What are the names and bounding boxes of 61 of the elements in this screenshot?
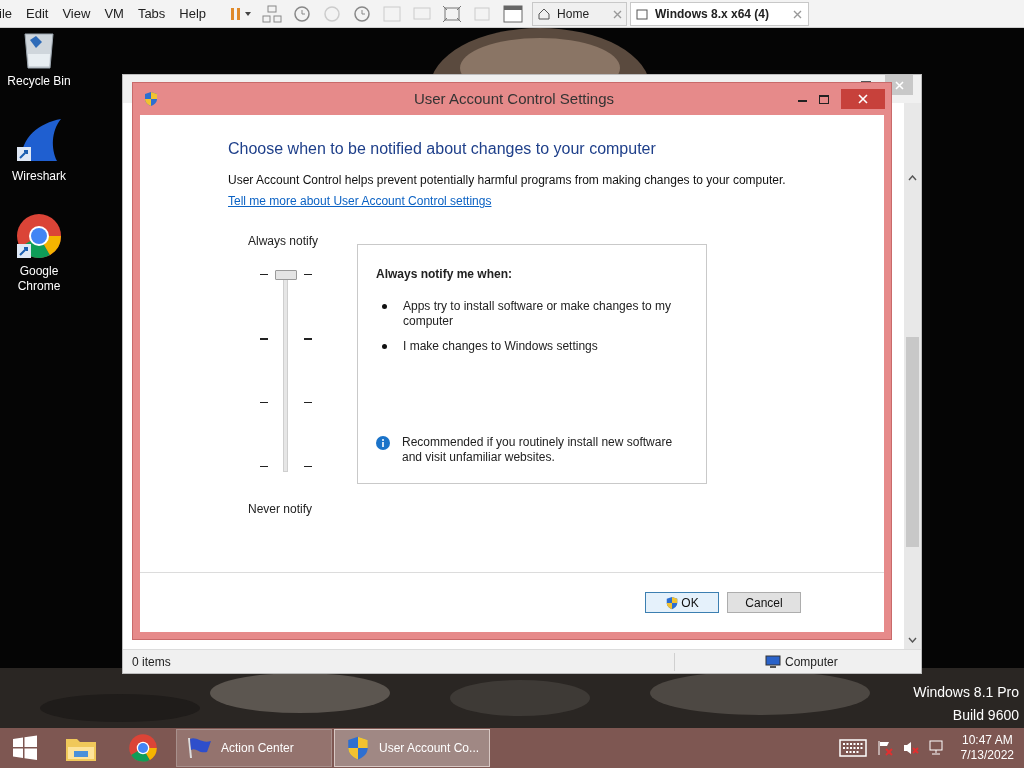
close-button[interactable] bbox=[841, 89, 885, 109]
description: User Account Control helps prevent potentially harmful programs from making changes to your computer. bbox=[228, 173, 787, 188]
menu-item[interactable]: Tabs bbox=[137, 3, 166, 24]
status-location: Computer bbox=[785, 653, 838, 671]
ok-button[interactable]: OK bbox=[645, 592, 719, 613]
desktop-icon-label[interactable]: Recycle Bin bbox=[4, 74, 74, 89]
pause-icon[interactable] bbox=[230, 6, 253, 21]
learn-more-link[interactable]: Tell me more about User Account Control settings bbox=[228, 194, 492, 208]
scrollbar-thumb[interactable] bbox=[906, 337, 919, 547]
flag-icon bbox=[187, 736, 213, 760]
cancel-button[interactable]: Cancel bbox=[727, 592, 801, 613]
speaker-muted-icon[interactable] bbox=[902, 740, 919, 756]
bullet-text: I make changes to Windows settings bbox=[403, 339, 599, 354]
fullscreen-icon[interactable] bbox=[442, 4, 463, 23]
bullet-icon bbox=[382, 344, 387, 349]
close-icon[interactable] bbox=[613, 9, 623, 19]
status-item-count: 0 items bbox=[123, 652, 675, 671]
window-title: User Account Control Settings bbox=[412, 88, 616, 109]
desktop-icon-label[interactable]: Google Chrome bbox=[4, 264, 74, 294]
close-icon[interactable] bbox=[793, 9, 803, 19]
vm-tab[interactable]: Home bbox=[532, 2, 628, 26]
console-icon[interactable] bbox=[502, 3, 525, 24]
dialog-heading: Choose when to be notified about changes to your computer bbox=[228, 139, 657, 159]
taskbar-button[interactable]: Action Center bbox=[176, 729, 332, 767]
menu-item[interactable]: Help bbox=[179, 3, 207, 24]
menu-item[interactable]: ile bbox=[0, 3, 12, 24]
scroll-down-icon[interactable] bbox=[908, 637, 917, 643]
bullet-text: Apps try to install software or make changes to my computer bbox=[403, 299, 673, 329]
scrollbar[interactable] bbox=[904, 103, 921, 649]
window-icon bbox=[635, 7, 650, 21]
recommendation-note: Recommended if you routinely install new software and visit unfamiliar websites. bbox=[402, 435, 674, 465]
close-icon bbox=[858, 94, 868, 104]
desktop-icon-label[interactable]: Wireshark bbox=[4, 169, 74, 184]
flag-icon[interactable] bbox=[876, 740, 893, 756]
shield-icon bbox=[143, 91, 159, 107]
network-icon[interactable] bbox=[262, 4, 283, 23]
slider-bottom-label: Never notify bbox=[248, 501, 313, 518]
recycle-bin-icon[interactable] bbox=[22, 30, 56, 70]
shield-icon bbox=[665, 595, 680, 610]
maximize-icon[interactable] bbox=[819, 94, 829, 104]
chrome-icon[interactable] bbox=[15, 212, 63, 260]
menu-item[interactable]: View bbox=[62, 3, 91, 24]
os-version-text: Windows 8.1 Pro bbox=[913, 684, 1019, 701]
slider-top-label: Always notify bbox=[248, 233, 319, 250]
computer-icon bbox=[765, 654, 781, 669]
menu-item[interactable]: VM bbox=[104, 3, 124, 24]
shield-icon bbox=[345, 735, 371, 761]
vm-tab[interactable]: Windows 8.x x64 (4) bbox=[630, 2, 810, 26]
info-icon bbox=[376, 436, 390, 450]
close-icon bbox=[894, 80, 904, 90]
os-version-text: Build 9600 bbox=[952, 707, 1019, 724]
scroll-up-icon[interactable] bbox=[908, 175, 917, 181]
keyboard-icon[interactable] bbox=[838, 739, 867, 757]
bullet-icon bbox=[382, 304, 387, 309]
windows-logo-icon[interactable] bbox=[12, 735, 38, 761]
slider-thumb[interactable] bbox=[275, 270, 297, 280]
clock-time[interactable]: 10:47 AM bbox=[961, 733, 1013, 748]
menu-item[interactable]: Edit bbox=[26, 3, 49, 24]
clock-date[interactable]: 7/13/2022 bbox=[960, 748, 1014, 763]
house-icon bbox=[537, 7, 552, 21]
panel-title: Always notify me when: bbox=[376, 266, 514, 283]
